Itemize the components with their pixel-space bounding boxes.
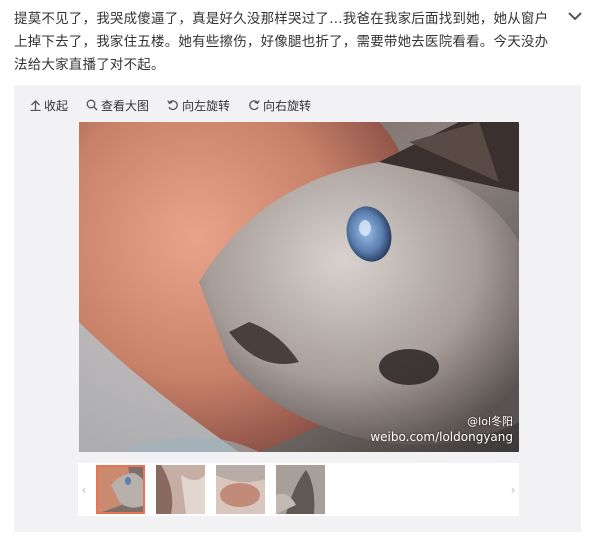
thumbnail-1[interactable] (96, 465, 145, 514)
post-text-line: 上掉下去了，我家住五楼。她有些擦伤，好像腿也折了，需要带她去医院看看。今天没办 (14, 34, 549, 50)
view-large-label: 查看大图 (101, 98, 150, 113)
rotate-left-label: 向左旋转 (182, 98, 231, 113)
watermark-url: weibo.com/loldongyang (370, 430, 513, 444)
rotate-left-icon (167, 100, 178, 111)
thumbnail-3[interactable] (216, 465, 265, 514)
post-text-line: 法给大家直播了对不起。 (14, 57, 165, 73)
collapse-up-icon (30, 100, 41, 111)
media-panel: 收起 查看大图 向左旋转 向右旋转 @lol冬阳 weibo.com/loldo… (14, 85, 581, 532)
collapse-label: 收起 (44, 98, 69, 113)
media-toolbar: 收起 查看大图 向左旋转 向右旋转 (30, 95, 329, 115)
thumbnail-prev-arrow[interactable]: ‹ (78, 463, 90, 516)
collapse-button[interactable]: 收起 (30, 97, 68, 114)
thumbnail-4[interactable] (276, 465, 325, 514)
thumbnail-2[interactable] (156, 465, 205, 514)
rotate-right-icon (249, 100, 260, 111)
cat-photo[interactable]: @lol冬阳 weibo.com/loldongyang (79, 122, 519, 452)
chevron-down-icon[interactable] (566, 8, 584, 22)
thumbnail-image (156, 465, 205, 514)
thumbnail-image (276, 465, 325, 514)
post-text-line: 提莫不见了，我哭成傻逼了，真是好久没那样哭过了…我爸在我家后面找到她，她从窗户 (14, 11, 549, 27)
cat-photo-image (79, 122, 519, 452)
thumbnail-image (96, 465, 145, 514)
watermark-handle: @lol冬阳 (467, 415, 513, 428)
post-text: 提莫不见了，我哭成傻逼了，真是好久没那样哭过了…我爸在我家后面找到她，她从窗户 … (14, 8, 562, 77)
rotate-right-button[interactable]: 向右旋转 (248, 97, 311, 114)
magnifier-icon (86, 99, 98, 111)
thumbnail-image (216, 465, 265, 514)
thumbnail-next-arrow[interactable]: › (507, 463, 519, 516)
rotate-left-button[interactable]: 向左旋转 (167, 97, 230, 114)
photo-watermark: @lol冬阳 weibo.com/loldongyang (370, 413, 513, 444)
thumbnail-strip: ‹ › (78, 463, 519, 516)
rotate-right-label: 向右旋转 (263, 98, 312, 113)
view-large-button[interactable]: 查看大图 (86, 97, 149, 114)
